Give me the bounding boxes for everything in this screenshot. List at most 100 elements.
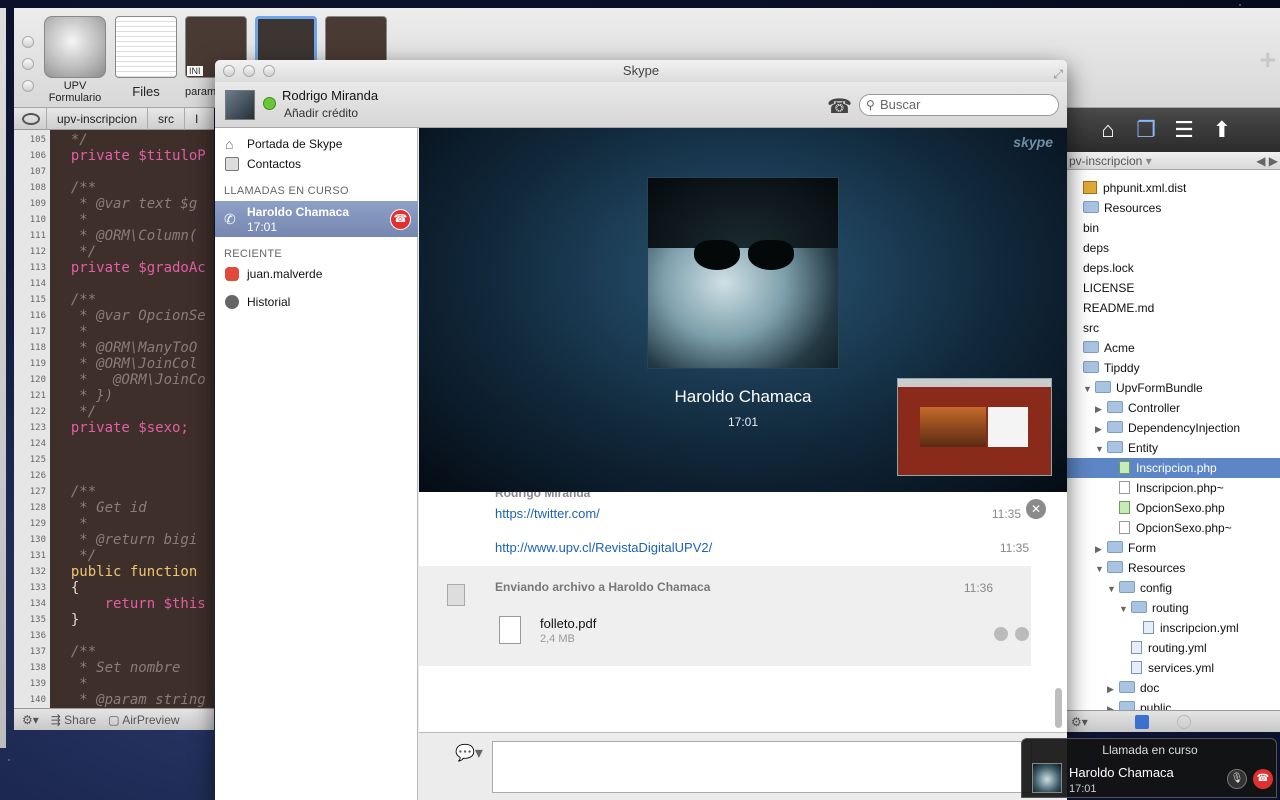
zoom-button[interactable] xyxy=(263,65,275,77)
disclosure-open-icon[interactable]: ▼ xyxy=(1107,579,1119,599)
home-icon[interactable]: ⌂ xyxy=(1095,117,1121,143)
tab-upv-formulario[interactable]: UPV Formulario xyxy=(44,80,106,104)
files-thumbnail[interactable] xyxy=(115,16,177,78)
message-link-upv[interactable]: http://www.upv.cl/RevistaDigitalUPV2/ xyxy=(495,540,712,555)
file-name[interactable]: folleto.pdf xyxy=(540,616,596,631)
file-tree-item[interactable]: LICENSE xyxy=(1067,278,1134,298)
sidebar-item-contacts[interactable]: Contactos xyxy=(215,154,418,174)
video-call-area[interactable]: skype Haroldo Chamaca 17:01 xyxy=(419,128,1067,492)
code-line[interactable]: 131 */ xyxy=(14,548,214,564)
nav-arrows[interactable]: ◀ ▶ xyxy=(1256,152,1278,170)
list-icon[interactable]: ☰ xyxy=(1171,117,1197,143)
code-line[interactable]: 115 /** xyxy=(14,292,214,308)
sidebar-item-recent[interactable]: juan.malverde xyxy=(215,264,418,284)
hang-up-button[interactable]: ☎ xyxy=(1253,769,1273,789)
code-line[interactable]: 140 * @param string xyxy=(14,692,214,708)
code-line[interactable]: 106 private $tituloP xyxy=(14,148,214,164)
code-line[interactable]: 134 return $this xyxy=(14,596,214,612)
code-line[interactable]: 120 * @ORM\JoinCo xyxy=(14,372,214,388)
breadcrumb-project[interactable]: upv-inscripcion xyxy=(46,107,147,130)
dial-pad-icon[interactable]: ☎ xyxy=(827,94,852,119)
add-credit-link[interactable]: Añadir crédito xyxy=(284,106,358,120)
disclosure-open-icon[interactable]: ▼ xyxy=(1095,439,1107,459)
code-line[interactable]: 123 private $sexo; xyxy=(14,420,214,436)
zoom-button[interactable] xyxy=(22,80,34,92)
file-tree-item[interactable]: src xyxy=(1067,318,1099,338)
code-line[interactable]: 111 * @ORM\Column( xyxy=(14,228,214,244)
sync-icon[interactable] xyxy=(1177,715,1191,729)
code-line[interactable]: 129 * xyxy=(14,516,214,532)
code-line[interactable]: 110 * xyxy=(14,212,214,228)
add-tab-button[interactable]: + xyxy=(1260,44,1276,76)
disclosure-closed-icon[interactable]: ▶ xyxy=(1095,539,1107,559)
code-line[interactable]: 116 * @var OpcionSe xyxy=(14,308,214,324)
file-tree-item[interactable]: ▼ UpvFormBundle xyxy=(1067,378,1203,398)
sidebar-item-active-call[interactable]: ✆ Haroldo Chamaca 17:01 ☎ xyxy=(215,201,418,237)
gear-icon[interactable]: ⚙▾ xyxy=(22,713,39,727)
code-line[interactable]: 137 /** xyxy=(14,644,214,660)
documents-icon[interactable]: ❐ xyxy=(1133,117,1159,143)
drive-icon[interactable] xyxy=(1135,715,1149,729)
user-name[interactable]: Rodrigo Miranda xyxy=(282,88,378,103)
self-view-preview[interactable] xyxy=(897,378,1052,476)
file-tree-item[interactable]: Inscripcion.php xyxy=(1067,458,1280,478)
breadcrumb-src[interactable]: src xyxy=(147,107,184,130)
file-tree-item[interactable]: phpunit.xml.dist xyxy=(1067,178,1186,198)
code-line[interactable]: 119 * @ORM\JoinCol xyxy=(14,356,214,372)
code-line[interactable]: 121 * }) xyxy=(14,388,214,404)
call-notification[interactable]: Llamada en curso Haroldo Chamaca 17:01 🎙… xyxy=(1021,738,1277,798)
disclosure-closed-icon[interactable]: ▶ xyxy=(1107,699,1119,710)
message-input[interactable] xyxy=(492,741,1032,793)
file-tree-item[interactable]: ▶ doc xyxy=(1067,678,1159,698)
file-tree-item[interactable]: Resources xyxy=(1067,198,1161,218)
file-tree-item[interactable]: OpcionSexo.php xyxy=(1067,498,1225,518)
code-line[interactable]: 136 xyxy=(14,628,214,644)
code-line[interactable]: 105 */ xyxy=(14,132,214,148)
code-line[interactable]: 132 public function xyxy=(14,564,214,580)
file-tree-item[interactable]: ▶ Form xyxy=(1067,538,1156,558)
code-line[interactable]: 107 xyxy=(14,164,214,180)
file-tree-item[interactable]: Acme xyxy=(1067,338,1135,358)
close-icon[interactable]: ✕ xyxy=(1026,499,1046,519)
avatar[interactable] xyxy=(225,90,255,120)
globe-icon[interactable] xyxy=(44,16,106,78)
chat-scrollbar[interactable] xyxy=(1055,688,1062,728)
code-line[interactable]: 118 * @ORM\ManyToO xyxy=(14,340,214,356)
file-tree-item[interactable]: ▼ Entity xyxy=(1067,438,1158,458)
file-tree-item[interactable]: deps.lock xyxy=(1067,258,1134,278)
code-line[interactable]: 130 * @return bigi xyxy=(14,532,214,548)
file-tree-item[interactable]: ▼ Resources xyxy=(1067,558,1185,578)
code-line[interactable]: 114 xyxy=(14,276,214,292)
file-tree-item[interactable]: ▼ config xyxy=(1067,578,1172,598)
file-tree-item[interactable]: routing.yml xyxy=(1067,638,1207,658)
file-tree-item[interactable]: Tipddy xyxy=(1067,358,1140,378)
file-tree-item[interactable]: Inscripcion.php~ xyxy=(1067,478,1224,498)
search-icon[interactable] xyxy=(994,627,1008,641)
disclosure-closed-icon[interactable]: ▶ xyxy=(1107,679,1119,699)
gear-icon[interactable]: ⚙▾ xyxy=(1071,715,1088,729)
code-line[interactable]: 113 private $gradoAc xyxy=(14,260,214,276)
close-button[interactable] xyxy=(22,36,34,48)
code-editor[interactable]: 105 */106 private $tituloP 107 108 /** 109 … xyxy=(14,130,214,708)
file-tree-item[interactable]: OpcionSexo.php~ xyxy=(1067,518,1232,538)
code-line[interactable]: 126 xyxy=(14,468,214,484)
code-line[interactable]: 127 /** xyxy=(14,484,214,500)
code-line[interactable]: 109 * @var text $g xyxy=(14,196,214,212)
code-line[interactable]: 138 * Set nombre xyxy=(14,660,214,676)
code-line[interactable]: 128 * Get id xyxy=(14,500,214,516)
code-line[interactable]: 122 */ xyxy=(14,404,214,420)
message-link-twitter[interactable]: https://twitter.com/ xyxy=(495,506,600,521)
mute-microphone-button[interactable]: 🎙 xyxy=(1227,769,1247,789)
code-line[interactable]: 117 * xyxy=(14,324,214,340)
eye-icon[interactable] xyxy=(22,112,40,125)
file-tree-item[interactable]: deps xyxy=(1067,238,1109,258)
breadcrumb-next[interactable]: I xyxy=(184,107,208,130)
eye-icon[interactable] xyxy=(1015,627,1029,641)
file-tree-item[interactable]: README.md xyxy=(1067,298,1154,318)
search-input[interactable]: ⚲ Buscar xyxy=(859,94,1059,116)
file-tree-item[interactable]: ▶ DependencyInjection xyxy=(1067,418,1240,438)
file-tree-item[interactable]: inscripcion.yml xyxy=(1067,618,1239,638)
minimize-button[interactable] xyxy=(22,58,34,70)
share-button[interactable]: ⇶ Share xyxy=(51,713,96,727)
code-line[interactable]: 139 * xyxy=(14,676,214,692)
